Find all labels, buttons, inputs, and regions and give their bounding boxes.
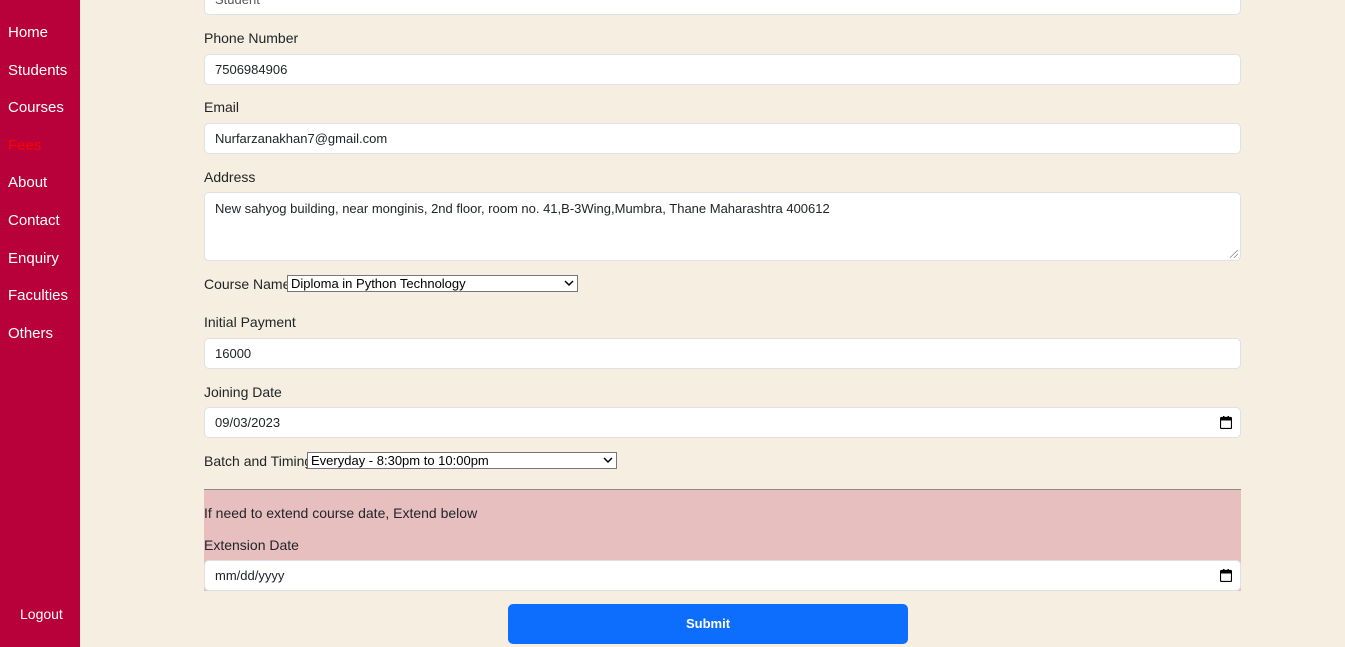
extension-note: If need to extend course date, Extend be… [204,505,478,521]
joining-date-field[interactable]: 09/03/2023 [204,407,1241,438]
joining-date-label: Joining Date [204,384,282,400]
extension-section: If need to extend course date, Extend be… [204,489,1241,591]
address-field[interactable]: New sahyog building, near monginis, 2nd … [204,192,1241,261]
fees-form: Student Phone Number 7506984906 Email Nu… [204,0,1241,647]
batch-select[interactable]: Everyday - 8:30pm to 10:00pm [307,452,617,469]
sidebar: Home Students Courses Fees About Contact… [0,0,80,647]
phone-label: Phone Number [204,30,299,46]
batch-selected: Everyday - 8:30pm to 10:00pm [311,453,489,468]
sidebar-item-contact[interactable]: Contact [8,212,60,229]
sidebar-item-courses[interactable]: Courses [8,99,64,116]
sidebar-item-fees[interactable]: Fees [8,137,41,154]
resize-grip-icon[interactable] [1230,250,1238,258]
sidebar-item-others[interactable]: Others [8,325,53,342]
submit-button[interactable]: Submit [508,604,908,644]
initial-payment-field[interactable]: 16000 [204,338,1241,369]
phone-field[interactable]: 7506984906 [204,54,1241,85]
extension-date-label: Extension Date [204,537,299,553]
chevron-down-icon [603,457,613,464]
batch-label: Batch and Timing [204,453,313,469]
chevron-down-icon [564,280,574,287]
initial-payment-label: Initial Payment [204,314,296,330]
email-label: Email [204,99,240,115]
email-field[interactable]: Nurfarzanakhan7@gmail.com [204,123,1241,154]
course-label: Course Name [204,276,291,292]
course-select[interactable]: Diploma in Python Technology [287,275,578,292]
sidebar-item-students[interactable]: Students [8,62,67,79]
logout-link[interactable]: Logout [20,606,63,622]
address-value: New sahyog building, near monginis, 2nd … [215,201,830,216]
sidebar-item-home[interactable]: Home [8,24,48,41]
extension-date-placeholder: mm/dd/yyyy [215,568,285,583]
sidebar-item-faculties[interactable]: Faculties [8,287,68,304]
sidebar-item-about[interactable]: About [8,174,47,191]
sidebar-item-enquiry[interactable]: Enquiry [8,250,59,267]
calendar-icon[interactable] [1220,416,1232,429]
extension-date-field[interactable]: mm/dd/yyyy [204,560,1241,591]
address-label: Address [204,169,256,185]
joining-date-value: 09/03/2023 [215,415,281,430]
calendar-icon[interactable] [1220,569,1232,582]
student-type-field[interactable]: Student [204,0,1241,15]
course-selected: Diploma in Python Technology [291,276,466,291]
